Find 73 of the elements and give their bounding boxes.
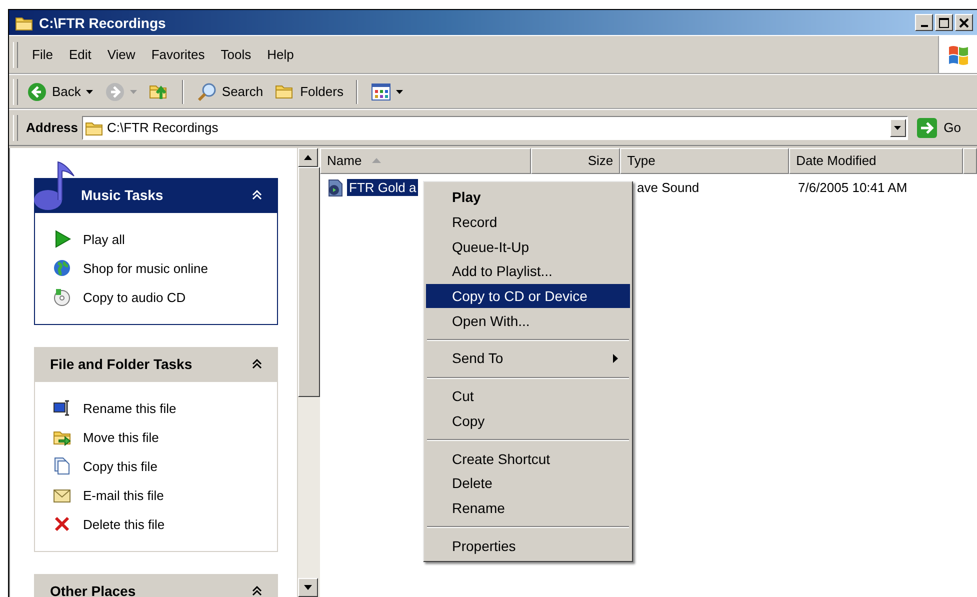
caret-icon xyxy=(396,90,404,94)
file-name[interactable]: FTR Gold a xyxy=(347,179,418,196)
task-link[interactable]: Rename this file xyxy=(83,400,176,416)
menu-item[interactable]: Edit xyxy=(60,44,100,66)
menu-item[interactable]: Tools xyxy=(212,44,260,66)
context-menu-item[interactable]: Delete xyxy=(426,470,630,496)
submenu-arrow-icon xyxy=(613,354,618,363)
delete-icon xyxy=(53,515,71,534)
menu-item[interactable]: Help xyxy=(259,44,302,66)
close-button[interactable] xyxy=(955,14,973,32)
pages-icon xyxy=(53,457,71,476)
file-date: 7/6/2005 10:41 AM xyxy=(797,180,908,196)
column-header[interactable]: Type xyxy=(620,148,790,174)
column-header[interactable]: Name xyxy=(320,148,531,174)
menu-item[interactable]: Favorites xyxy=(143,44,213,66)
context-menu-item[interactable]: Record xyxy=(426,210,630,234)
scroll-down-button[interactable] xyxy=(298,578,318,597)
context-menu-item[interactable]: Copy xyxy=(426,408,630,434)
menu-item[interactable]: View xyxy=(99,44,144,66)
context-menu-item[interactable]: Open With... xyxy=(426,308,630,334)
address-field[interactable]: C:\FTR Recordings xyxy=(82,116,908,140)
file-type: ave Sound xyxy=(636,180,700,196)
column-header[interactable]: Size xyxy=(530,148,620,174)
caret-icon xyxy=(130,90,137,94)
context-menu-item[interactable]: Rename xyxy=(426,496,630,520)
flag-logo-icon xyxy=(947,44,969,66)
scroll-up-button[interactable] xyxy=(298,148,318,167)
search-icon xyxy=(196,82,217,102)
caret-icon xyxy=(894,126,902,130)
task-link[interactable]: Play all xyxy=(83,232,125,247)
task-link[interactable]: E-mail this file xyxy=(83,488,164,503)
dropdown-button[interactable] xyxy=(890,118,906,137)
task-link[interactable]: Copy this file xyxy=(83,458,158,474)
menu-item[interactable]: File xyxy=(24,44,61,66)
globe-icon xyxy=(53,259,71,278)
text-cursor-icon xyxy=(53,399,71,418)
context-menu-item[interactable]: Properties xyxy=(426,533,630,558)
context-menu-item[interactable]: Send To xyxy=(426,346,630,371)
play-icon xyxy=(53,230,71,248)
go-button[interactable]: Go xyxy=(912,114,965,141)
context-menu-item[interactable]: Copy to CD or Device xyxy=(426,284,630,308)
context-menu-item[interactable]: Create Shortcut xyxy=(426,446,630,471)
sound-file-icon xyxy=(326,178,344,197)
caret-icon xyxy=(86,90,93,94)
maximize-button[interactable] xyxy=(935,14,953,32)
context-menu-item[interactable]: Add to Playlist... xyxy=(426,259,630,284)
context-menu-item[interactable]: Queue-It-Up xyxy=(426,234,630,260)
window-title: C:\FTR Recordings xyxy=(39,14,167,31)
address-label: Address xyxy=(26,120,78,136)
chevron-icon[interactable] xyxy=(252,359,262,370)
task-link[interactable]: Copy to audio CD xyxy=(83,290,186,305)
back-button[interactable]: Back xyxy=(22,78,98,105)
folders-button[interactable]: Folders xyxy=(270,78,348,105)
pane-header[interactable]: File and Folder Tasks xyxy=(34,346,278,382)
close-icon xyxy=(959,18,969,28)
task-link[interactable]: Move this file xyxy=(83,430,159,445)
maximize-icon xyxy=(939,18,949,28)
up-arrow-icon xyxy=(304,154,312,160)
context-menu-item[interactable]: Play xyxy=(426,185,630,210)
down-arrow-icon xyxy=(304,584,312,590)
task-link[interactable]: Delete this file xyxy=(83,516,165,532)
grid-icon xyxy=(371,82,392,102)
pane-header[interactable]: Music Tasks xyxy=(34,178,278,213)
scrollbar-thumb[interactable] xyxy=(298,166,320,397)
search-button[interactable]: Search xyxy=(192,78,268,105)
minimize-icon xyxy=(920,25,928,28)
task-link[interactable]: Shop for music online xyxy=(83,260,208,276)
context-menu-item[interactable]: Cut xyxy=(426,384,630,408)
chevron-icon[interactable] xyxy=(252,586,262,596)
minimize-button[interactable] xyxy=(915,14,933,32)
column-header[interactable]: Date Modified xyxy=(789,148,963,174)
pane-header[interactable]: Other Places xyxy=(34,574,278,597)
cd-icon xyxy=(53,288,71,306)
